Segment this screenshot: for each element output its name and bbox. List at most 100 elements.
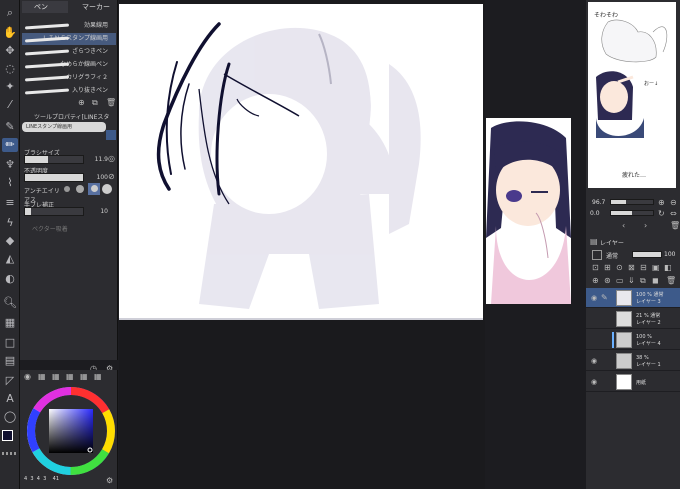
opacity-slider[interactable] — [24, 173, 84, 182]
brush-item[interactable]: なめらか線画ペン — [22, 59, 116, 71]
layer-row[interactable]: 21 % 通常 レイヤー 2 — [586, 309, 680, 329]
reference-layer-icon[interactable]: ⊙ — [616, 263, 623, 272]
layer-info: 38 % — [636, 355, 649, 361]
zoom-out-icon[interactable]: ⊖ — [670, 198, 677, 207]
eye-icon[interactable]: ◉ — [591, 294, 597, 302]
layer-panel-title: レイヤー — [600, 240, 624, 247]
trash-icon[interactable]: 🗑︎ — [670, 221, 680, 230]
opacity-icon[interactable]: ⊘ — [108, 172, 115, 181]
copy-subtool-icon[interactable]: ⧉ — [92, 98, 98, 108]
airbrush-tool-icon[interactable]: ⌇ — [2, 176, 18, 190]
frame-tool-icon[interactable]: □ — [2, 336, 18, 350]
layer-opacity-slider[interactable] — [632, 251, 662, 258]
brush-tool-icon[interactable]: ♆ — [2, 158, 18, 172]
pencil-tool-icon[interactable]: ✏ — [2, 138, 18, 152]
new-folder-icon[interactable]: ▭ — [616, 276, 624, 285]
brush-item[interactable]: 入り抜きペン — [22, 85, 116, 97]
zoom-tool-icon[interactable]: ⌕ — [2, 6, 18, 20]
blend-mode-icon[interactable] — [592, 250, 602, 260]
layer-action-row: ⊕ ⊛ ▭ ⇓ ⧉ ◼ 🗑︎ — [588, 276, 678, 286]
mask-add-icon[interactable]: ◼ — [652, 276, 659, 285]
brush-item[interactable]: カリグラフィ２ — [22, 72, 116, 84]
color-history-tab-icon[interactable]: ▦ — [94, 372, 102, 381]
rotate-icon[interactable]: ↻ — [658, 209, 665, 218]
correct-line-icon[interactable]: ◸ — [2, 374, 18, 388]
color-set-tab-icon[interactable]: ▦ — [52, 372, 60, 381]
vector-snap-label: ベクター吸着 — [32, 226, 68, 233]
eyedropper-icon[interactable]: ⁄ — [2, 98, 18, 112]
draft-layer-icon[interactable]: ⊠ — [628, 263, 635, 272]
layer-row[interactable]: ◉ ✎ 100 % 通常 レイヤー 3 — [586, 288, 680, 308]
magic-wand-icon[interactable]: ✦ — [2, 80, 18, 94]
gradient-tool-icon[interactable]: ◐ — [2, 272, 18, 286]
transparent-color-swatch[interactable] — [2, 452, 18, 455]
move-tool-icon[interactable]: ✥ — [2, 44, 18, 58]
navigator-preview[interactable]: そわそわ おー↓ 疲れた… — [588, 2, 676, 188]
blend-tool-icon[interactable]: ϟ — [2, 216, 18, 230]
layer-tab-icon[interactable]: ▤ — [590, 237, 598, 246]
brush-size-slider[interactable] — [24, 155, 84, 164]
mask-icon[interactable]: ▣ — [652, 263, 660, 272]
brush-item[interactable]: ＬＩＮＥスタンプ線画用 — [22, 33, 116, 45]
pen-edit-icon: ✎ — [601, 293, 608, 302]
stabilization-slider[interactable] — [24, 207, 84, 216]
layer-row[interactable]: 100 % レイヤー 4 — [586, 330, 680, 350]
antialias-options[interactable] — [64, 183, 112, 195]
delete-layer-icon[interactable]: 🗑︎ — [666, 276, 676, 285]
eye-icon[interactable]: ◉ — [591, 357, 597, 365]
flip-icon[interactable]: ⇔ — [670, 209, 677, 218]
add-subtool-icon[interactable]: ⊕ — [78, 98, 85, 107]
layer-thumbnail — [616, 311, 632, 327]
intermediate-color-tab-icon[interactable]: ▦ — [66, 372, 74, 381]
nav-text-mid: おー↓ — [644, 81, 659, 87]
reference-canvas[interactable] — [486, 118, 571, 304]
color-settings-icon[interactable]: ⚙ — [106, 476, 113, 485]
text-tool-icon[interactable]: A — [2, 392, 18, 406]
duplicate-layer-icon[interactable]: ⧉ — [640, 276, 646, 286]
color-wheel-tab-icon[interactable]: ◉ — [24, 372, 31, 381]
main-color-swatch[interactable] — [2, 430, 13, 441]
hand-tool-icon[interactable]: ✋ — [2, 26, 18, 40]
zoom-icon[interactable]: 🔍︎ — [2, 296, 18, 310]
layer-row[interactable]: ◉ 用紙 — [586, 372, 680, 392]
lock-layer-icon[interactable]: ⊞ — [604, 263, 611, 272]
color-wheel[interactable] — [26, 386, 116, 476]
brush-item[interactable]: ざらつきペン — [22, 46, 116, 58]
ruler-tool-icon[interactable]: ▤ — [2, 354, 18, 368]
new-vector-layer-icon[interactable]: ⊛ — [604, 276, 611, 285]
fill-tool-icon[interactable]: ◭ — [2, 252, 18, 266]
figure-tool-icon[interactable]: ▦ — [2, 316, 18, 330]
decoration-tool-icon[interactable]: ≡ — [2, 196, 18, 210]
layer-color-icon[interactable]: ◧ — [664, 263, 672, 272]
clip-icon[interactable]: ⊡ — [592, 263, 599, 272]
lasso-tool-icon[interactable]: ◌ — [2, 62, 18, 76]
next-icon[interactable]: › — [644, 221, 647, 230]
blend-mode-select[interactable]: 通常 — [606, 251, 618, 260]
approx-color-tab-icon[interactable]: ▦ — [80, 372, 88, 381]
layer-row[interactable]: ◉ 38 % レイヤー 1 — [586, 351, 680, 371]
pen-tool-icon[interactable]: ✎ — [2, 120, 18, 134]
brush-item[interactable]: 効果線用 — [22, 20, 116, 32]
drawing-canvas[interactable] — [119, 4, 483, 318]
zoom-slider[interactable] — [610, 199, 654, 205]
brush-size-icon[interactable]: ◎ — [108, 154, 115, 163]
balloon-tool-icon[interactable]: ◯ — [2, 410, 18, 424]
angle-slider[interactable] — [610, 210, 654, 216]
color-value-4: 3 — [43, 476, 47, 482]
lock-icon[interactable] — [106, 130, 116, 140]
color-slider-tab-icon[interactable]: ▦ — [38, 372, 46, 381]
brush-item-label: ざらつきペン — [71, 48, 108, 55]
tab-pen[interactable]: ペン — [22, 1, 68, 13]
zoom-fit-icon[interactable]: ⊕ — [658, 198, 665, 207]
new-raster-layer-icon[interactable]: ⊕ — [592, 276, 599, 285]
eye-icon[interactable]: ◉ — [591, 378, 597, 386]
brush-item-label: 入り抜きペン — [71, 87, 108, 94]
prev-icon[interactable]: ‹ — [622, 221, 625, 230]
delete-subtool-icon[interactable]: 🗑︎ — [106, 98, 116, 107]
eraser-tool-icon[interactable]: ◆ — [2, 234, 18, 248]
color-value-v: 4 — [36, 476, 40, 482]
layer-option-row: ⊡ ⊞ ⊙ ⊠ ⊟ ▣ ◧ — [588, 263, 678, 273]
tab-marker[interactable]: マーカー — [70, 1, 118, 13]
lock-transparent-icon[interactable]: ⊟ — [640, 263, 647, 272]
merge-down-icon[interactable]: ⇓ — [628, 276, 635, 285]
